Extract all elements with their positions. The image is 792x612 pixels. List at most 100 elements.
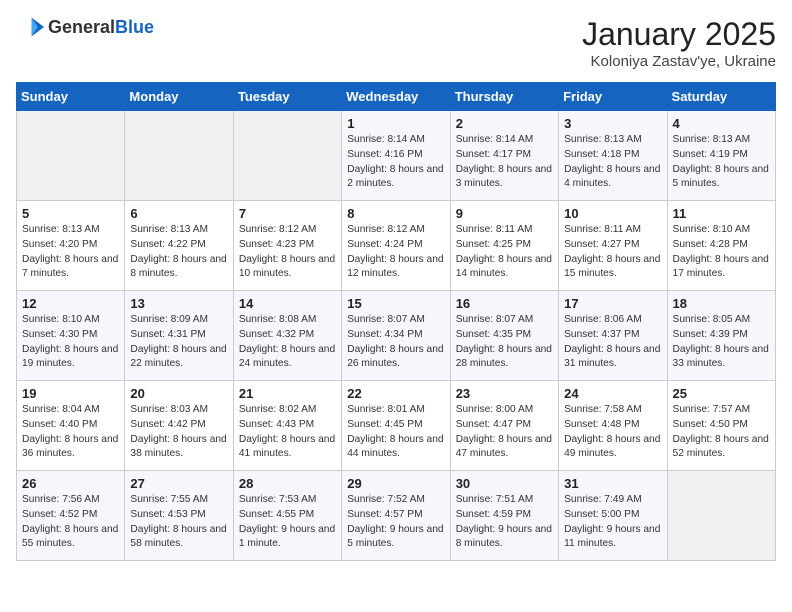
calendar-cell: 17Sunrise: 8:06 AMSunset: 4:37 PMDayligh… bbox=[559, 291, 667, 381]
logo-icon bbox=[16, 16, 44, 38]
cell-content: Sunrise: 7:51 AMSunset: 4:59 PMDaylight:… bbox=[456, 493, 553, 552]
cell-content: Sunrise: 8:12 AMSunset: 4:24 PMDaylight:… bbox=[347, 223, 444, 282]
cell-content: Sunrise: 8:14 AMSunset: 4:17 PMDaylight:… bbox=[456, 133, 553, 192]
cell-content: Sunrise: 8:05 AMSunset: 4:39 PMDaylight:… bbox=[673, 313, 770, 372]
calendar-week-row: 19 Sunrise: 8:04 AMSunset: 4:40 PMDayligh… bbox=[17, 381, 776, 471]
calendar-week-row: 5Sunrise: 8:13 AMSunset: 4:20 PMDaylight… bbox=[17, 201, 776, 291]
calendar-cell: 2 Sunrise: 8:14 AMSunset: 4:17 PMDaylight… bbox=[450, 111, 558, 201]
logo-general: General bbox=[48, 17, 115, 37]
day-number: 25 bbox=[673, 386, 770, 401]
calendar-cell: 23 Sunrise: 8:00 AMSunset: 4:47 PMDayligh… bbox=[450, 381, 558, 471]
cell-content: Sunrise: 7:57 AMSunset: 4:50 PMDaylight:… bbox=[673, 403, 770, 462]
calendar-cell: 19 Sunrise: 8:04 AMSunset: 4:40 PMDayligh… bbox=[17, 381, 125, 471]
calendar-cell: 4 Sunrise: 8:13 AMSunset: 4:19 PMDaylight… bbox=[667, 111, 775, 201]
weekday-header-row: SundayMondayTuesdayWednesdayThursdayFrid… bbox=[17, 83, 776, 111]
calendar-cell bbox=[125, 111, 233, 201]
weekday-header: Tuesday bbox=[233, 83, 341, 111]
day-number: 15 bbox=[347, 296, 444, 311]
cell-content: Sunrise: 8:11 AMSunset: 4:25 PMDaylight:… bbox=[456, 223, 553, 282]
day-number: 3 bbox=[564, 116, 661, 131]
calendar-cell: 10Sunrise: 8:11 AMSunset: 4:27 PMDayligh… bbox=[559, 201, 667, 291]
weekday-header: Thursday bbox=[450, 83, 558, 111]
title-block: January 2025 Koloniya Zastav'ye, Ukraine bbox=[582, 16, 776, 70]
calendar-cell: 3 Sunrise: 8:13 AMSunset: 4:18 PMDaylight… bbox=[559, 111, 667, 201]
calendar-cell bbox=[17, 111, 125, 201]
weekday-header: Monday bbox=[125, 83, 233, 111]
calendar-cell: 30Sunrise: 7:51 AMSunset: 4:59 PMDayligh… bbox=[450, 471, 558, 561]
cell-content: Sunrise: 8:07 AMSunset: 4:34 PMDaylight:… bbox=[347, 313, 444, 372]
cell-content: Sunrise: 8:04 AMSunset: 4:40 PMDaylight:… bbox=[22, 403, 119, 462]
calendar-cell: 16Sunrise: 8:07 AMSunset: 4:35 PMDayligh… bbox=[450, 291, 558, 381]
day-number: 6 bbox=[130, 206, 227, 221]
day-number: 24 bbox=[564, 386, 661, 401]
cell-content: Sunrise: 8:07 AMSunset: 4:35 PMDaylight:… bbox=[456, 313, 553, 372]
calendar-cell bbox=[233, 111, 341, 201]
calendar-cell: 24 Sunrise: 7:58 AMSunset: 4:48 PMDayligh… bbox=[559, 381, 667, 471]
cell-content: Sunrise: 8:13 AMSunset: 4:18 PMDaylight:… bbox=[564, 133, 661, 192]
calendar-cell: 29 Sunrise: 7:52 AMSunset: 4:57 PMDayligh… bbox=[342, 471, 450, 561]
day-number: 28 bbox=[239, 476, 336, 491]
day-number: 10 bbox=[564, 206, 661, 221]
cell-content: Sunrise: 8:09 AMSunset: 4:31 PMDaylight:… bbox=[130, 313, 227, 372]
calendar-cell: 21Sunrise: 8:02 AMSunset: 4:43 PMDayligh… bbox=[233, 381, 341, 471]
calendar-cell: 15 Sunrise: 8:07 AMSunset: 4:34 PMDayligh… bbox=[342, 291, 450, 381]
day-number: 8 bbox=[347, 206, 444, 221]
day-number: 11 bbox=[673, 206, 770, 221]
day-number: 12 bbox=[22, 296, 119, 311]
cell-content: Sunrise: 7:53 AMSunset: 4:55 PMDaylight:… bbox=[239, 493, 336, 552]
cell-content: Sunrise: 8:03 AMSunset: 4:42 PMDaylight:… bbox=[130, 403, 227, 462]
cell-content: Sunrise: 7:56 AMSunset: 4:52 PMDaylight:… bbox=[22, 493, 119, 552]
calendar-cell: 28 Sunrise: 7:53 AMSunset: 4:55 PMDayligh… bbox=[233, 471, 341, 561]
day-number: 9 bbox=[456, 206, 553, 221]
calendar-cell: 6 Sunrise: 8:13 AMSunset: 4:22 PMDaylight… bbox=[125, 201, 233, 291]
calendar-cell: 20 Sunrise: 8:03 AMSunset: 4:42 PMDayligh… bbox=[125, 381, 233, 471]
day-number: 31 bbox=[564, 476, 661, 491]
cell-content: Sunrise: 8:10 AMSunset: 4:30 PMDaylight:… bbox=[22, 313, 119, 372]
day-number: 29 bbox=[347, 476, 444, 491]
cell-content: Sunrise: 8:13 AMSunset: 4:22 PMDaylight:… bbox=[130, 223, 227, 282]
day-number: 21 bbox=[239, 386, 336, 401]
day-number: 22 bbox=[347, 386, 444, 401]
day-number: 27 bbox=[130, 476, 227, 491]
calendar-cell: 5Sunrise: 8:13 AMSunset: 4:20 PMDaylight… bbox=[17, 201, 125, 291]
cell-content: Sunrise: 8:01 AMSunset: 4:45 PMDaylight:… bbox=[347, 403, 444, 462]
calendar-cell: 11 Sunrise: 8:10 AMSunset: 4:28 PMDayligh… bbox=[667, 201, 775, 291]
calendar-cell: 27 Sunrise: 7:55 AMSunset: 4:53 PMDayligh… bbox=[125, 471, 233, 561]
day-number: 14 bbox=[239, 296, 336, 311]
day-number: 19 bbox=[22, 386, 119, 401]
calendar-cell: 12 Sunrise: 8:10 AMSunset: 4:30 PMDayligh… bbox=[17, 291, 125, 381]
logo-text: GeneralBlue bbox=[48, 17, 154, 38]
calendar-cell: 26Sunrise: 7:56 AMSunset: 4:52 PMDayligh… bbox=[17, 471, 125, 561]
calendar-week-row: 26Sunrise: 7:56 AMSunset: 4:52 PMDayligh… bbox=[17, 471, 776, 561]
calendar-cell: 14Sunrise: 8:08 AMSunset: 4:32 PMDayligh… bbox=[233, 291, 341, 381]
day-number: 20 bbox=[130, 386, 227, 401]
calendar-cell: 9 Sunrise: 8:11 AMSunset: 4:25 PMDaylight… bbox=[450, 201, 558, 291]
day-number: 23 bbox=[456, 386, 553, 401]
day-number: 4 bbox=[673, 116, 770, 131]
weekday-header: Friday bbox=[559, 83, 667, 111]
weekday-header: Saturday bbox=[667, 83, 775, 111]
calendar-cell: 13Sunrise: 8:09 AMSunset: 4:31 PMDayligh… bbox=[125, 291, 233, 381]
cell-content: Sunrise: 8:13 AMSunset: 4:19 PMDaylight:… bbox=[673, 133, 770, 192]
calendar-week-row: 12 Sunrise: 8:10 AMSunset: 4:30 PMDayligh… bbox=[17, 291, 776, 381]
calendar-cell: 8 Sunrise: 8:12 AMSunset: 4:24 PMDaylight… bbox=[342, 201, 450, 291]
page-header: GeneralBlue January 2025 Koloniya Zastav… bbox=[16, 16, 776, 70]
cell-content: Sunrise: 8:00 AMSunset: 4:47 PMDaylight:… bbox=[456, 403, 553, 462]
cell-content: Sunrise: 7:55 AMSunset: 4:53 PMDaylight:… bbox=[130, 493, 227, 552]
cell-content: Sunrise: 8:10 AMSunset: 4:28 PMDaylight:… bbox=[673, 223, 770, 282]
logo: GeneralBlue bbox=[16, 16, 154, 38]
day-number: 7 bbox=[239, 206, 336, 221]
calendar-cell: 25 Sunrise: 7:57 AMSunset: 4:50 PMDayligh… bbox=[667, 381, 775, 471]
calendar-week-row: 1Sunrise: 8:14 AMSunset: 4:16 PMDaylight… bbox=[17, 111, 776, 201]
cell-content: Sunrise: 7:52 AMSunset: 4:57 PMDaylight:… bbox=[347, 493, 444, 552]
cell-content: Sunrise: 8:12 AMSunset: 4:23 PMDaylight:… bbox=[239, 223, 336, 282]
logo-blue: Blue bbox=[115, 17, 154, 37]
day-number: 2 bbox=[456, 116, 553, 131]
calendar-cell: 22 Sunrise: 8:01 AMSunset: 4:45 PMDayligh… bbox=[342, 381, 450, 471]
day-number: 1 bbox=[347, 116, 444, 131]
calendar-table: SundayMondayTuesdayWednesdayThursdayFrid… bbox=[16, 82, 776, 561]
cell-content: Sunrise: 7:58 AMSunset: 4:48 PMDaylight:… bbox=[564, 403, 661, 462]
cell-content: Sunrise: 8:06 AMSunset: 4:37 PMDaylight:… bbox=[564, 313, 661, 372]
calendar-cell: 1Sunrise: 8:14 AMSunset: 4:16 PMDaylight… bbox=[342, 111, 450, 201]
calendar-cell: 18Sunrise: 8:05 AMSunset: 4:39 PMDayligh… bbox=[667, 291, 775, 381]
